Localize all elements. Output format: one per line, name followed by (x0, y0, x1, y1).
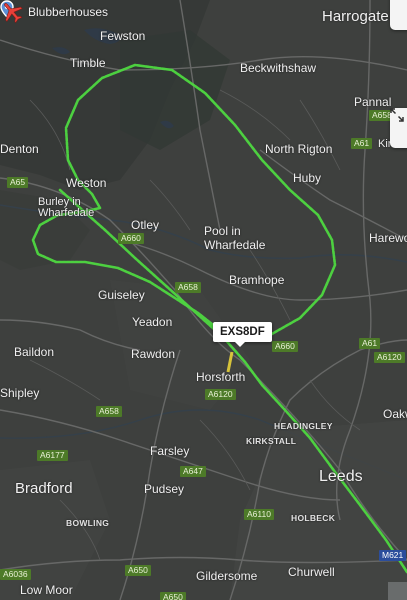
road-shield: A6036 (0, 569, 31, 581)
place-north-rigton: North Rigton (265, 142, 333, 156)
road-shield: A650 (160, 592, 186, 600)
place-low-moor: Low Moor (20, 583, 73, 597)
place-leeds: Leeds (319, 468, 363, 485)
road-shield: A650 (125, 565, 151, 577)
map-control-button[interactable] (390, 0, 407, 30)
road-shield: A660 (118, 233, 144, 245)
road-shield: A6177 (37, 450, 68, 462)
place-beckwithshaw: Beckwithshaw (240, 61, 317, 75)
place-pudsey: Pudsey (144, 482, 185, 496)
place-shipley: Shipley (0, 386, 40, 400)
place-farsley: Farsley (150, 444, 190, 458)
place-timble: Timble (70, 56, 106, 70)
place-weston: Weston (66, 176, 107, 190)
place-guiseley: Guiseley (98, 288, 145, 302)
place-baildon: Baildon (14, 345, 55, 359)
place-holbeck: HOLBECK (291, 513, 336, 523)
place-denton: Denton (0, 142, 39, 156)
place-blubberhouses: Blubberhouses (28, 5, 109, 19)
place-huby: Huby (293, 171, 322, 185)
road-shield-motorway: M621 (379, 550, 407, 562)
place-harrogate: Harrogate (322, 8, 389, 25)
road-shield: A647 (180, 466, 206, 478)
road-shield: A658 (96, 406, 122, 418)
place-rawdon: Rawdon (131, 347, 176, 361)
road-shield: A6120 (374, 352, 405, 364)
flight-map[interactable]: Blubberhouses Harrogate Fewston Timble B… (0, 0, 407, 600)
place-kirkstall: KIRKSTALL (246, 436, 297, 446)
place-pool-in-wharfedale: Pool in Wharfedale (204, 224, 266, 252)
place-horsforth: Horsforth (196, 370, 246, 384)
road-shield: A6120 (205, 389, 236, 401)
place-bramhope: Bramhope (229, 273, 285, 287)
place-fewston: Fewston (100, 29, 146, 43)
aircraft-icon[interactable] (0, 0, 24, 24)
place-yeadon: Yeadon (132, 315, 173, 329)
place-oakwood: Oakw (383, 407, 407, 421)
place-headingley: HEADINGLEY (274, 421, 333, 431)
road-shield: A6110 (244, 509, 274, 521)
place-churwell: Churwell (288, 565, 335, 579)
place-harewood: Harewo (369, 231, 407, 245)
place-pannal: Pannal (354, 95, 392, 109)
road-shield: A65 (7, 177, 29, 189)
place-gildersome: Gildersome (196, 569, 258, 583)
map-terrain (0, 0, 407, 600)
place-bradford: Bradford (15, 480, 73, 497)
road-shield: A660 (272, 341, 298, 353)
road-shield: A61 (359, 338, 381, 350)
place-burley-in-wharfedale: Burley in Wharfedale (38, 196, 95, 219)
flight-callsign-label[interactable]: EXS8DF (213, 322, 272, 347)
expand-icon (390, 108, 404, 122)
place-otley: Otley (131, 218, 160, 232)
road-shield: A658 (175, 282, 201, 294)
road-shield: A61 (351, 138, 373, 150)
place-bowling: BOWLING (66, 518, 110, 528)
fullscreen-button[interactable] (390, 108, 407, 148)
